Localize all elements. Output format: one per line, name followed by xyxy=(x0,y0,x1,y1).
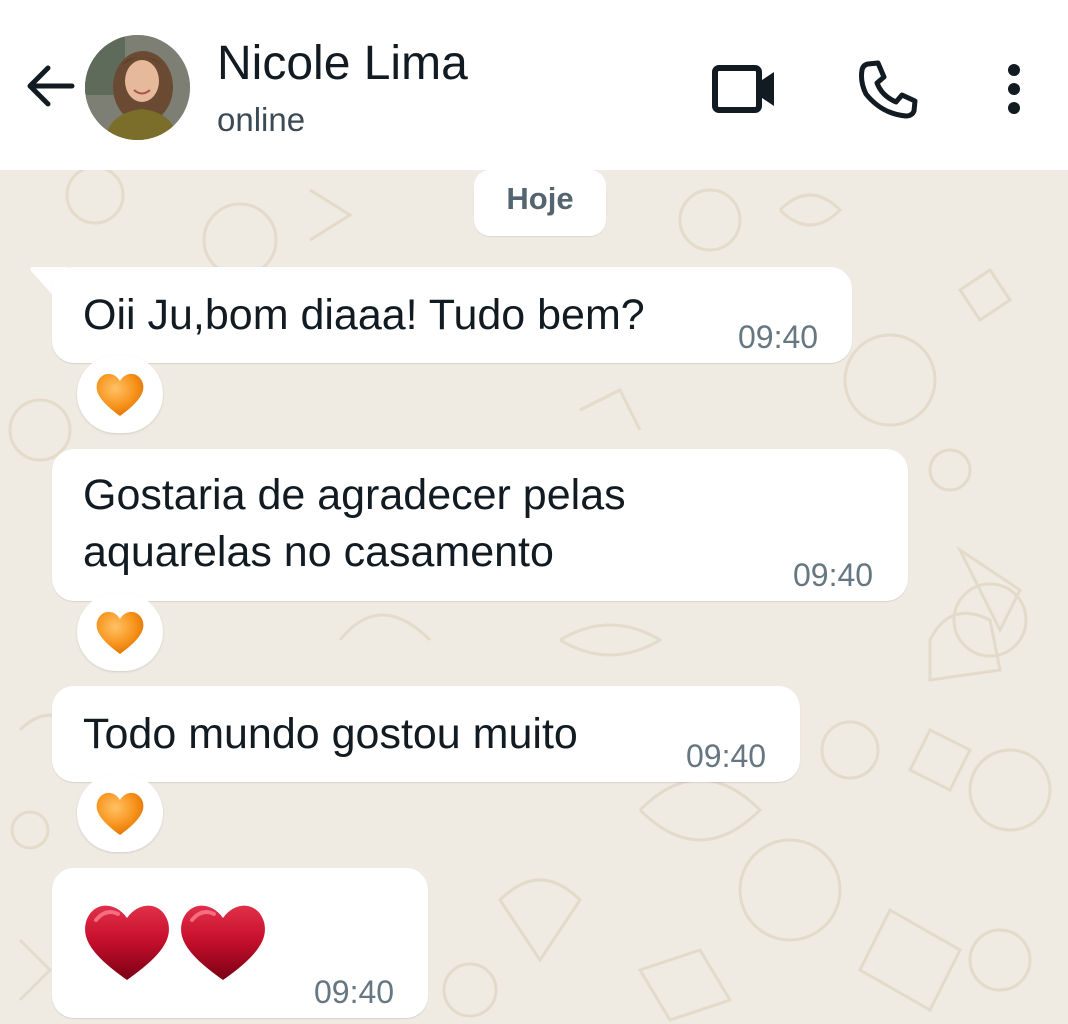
reaction-badge[interactable] xyxy=(77,774,163,852)
reaction-badge[interactable] xyxy=(77,593,163,671)
message-time: 09:40 xyxy=(738,319,819,355)
date-separator: Hoje xyxy=(474,170,606,236)
phone-call-icon[interactable] xyxy=(856,58,920,120)
more-options-icon[interactable] xyxy=(994,58,1034,120)
orange-heart-icon xyxy=(96,373,144,416)
red-heart-icon xyxy=(181,905,265,980)
red-heart-icon xyxy=(85,905,169,980)
message-time: 09:40 xyxy=(686,738,767,774)
message-bubble[interactable]: 09:40 xyxy=(52,868,428,1018)
orange-heart-icon xyxy=(96,792,144,835)
message-bubble[interactable]: Gostaria de agradecer pelas aquarelas no… xyxy=(52,449,908,601)
reaction-badge[interactable] xyxy=(77,355,163,433)
orange-heart-icon xyxy=(96,611,144,654)
chat-area[interactable]: Hoje Oii Ju,bom diaaa! Tudo bem? 09:40 G… xyxy=(0,170,1068,1024)
contact-status: online xyxy=(217,101,306,138)
message-bubble[interactable]: Oii Ju,bom diaaa! Tudo bem? 09:40 xyxy=(52,267,852,363)
message-text: Oii Ju,bom diaaa! Tudo bem? xyxy=(83,291,645,339)
message-time: 09:40 xyxy=(793,557,874,593)
avatar[interactable] xyxy=(85,35,190,140)
message-text: Todo mundo gostou muito xyxy=(83,710,578,758)
message-bubble[interactable]: Todo mundo gostou muito 09:40 xyxy=(52,686,800,782)
video-call-icon[interactable] xyxy=(708,58,780,120)
message-time: 09:40 xyxy=(314,974,395,1010)
contact-name[interactable]: Nicole Lima xyxy=(217,36,468,91)
message-text: aquarelas no casamento xyxy=(83,528,554,576)
chat-header: Nicole Lima online xyxy=(0,0,1068,170)
message-text: Gostaria de agradecer pelas xyxy=(83,471,626,519)
back-arrow-icon[interactable] xyxy=(22,58,78,114)
